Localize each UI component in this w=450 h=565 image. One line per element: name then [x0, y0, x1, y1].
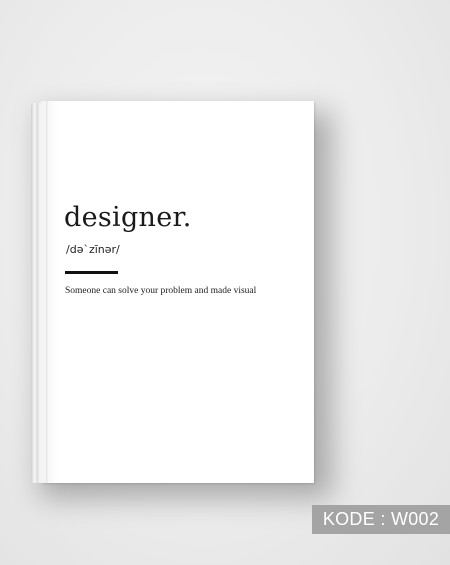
product-code-badge: KODE : W002 [312, 505, 450, 534]
dictionary-word: designer. [64, 202, 192, 233]
divider-rule [65, 271, 118, 274]
pronunciation: /də`zīnər/ [66, 243, 120, 256]
cover-hinge [46, 101, 48, 483]
definition-text: Someone can solve your problem and made … [65, 286, 257, 296]
product-photo: designer. /də`zīnər/ Someone can solve y… [0, 0, 450, 565]
